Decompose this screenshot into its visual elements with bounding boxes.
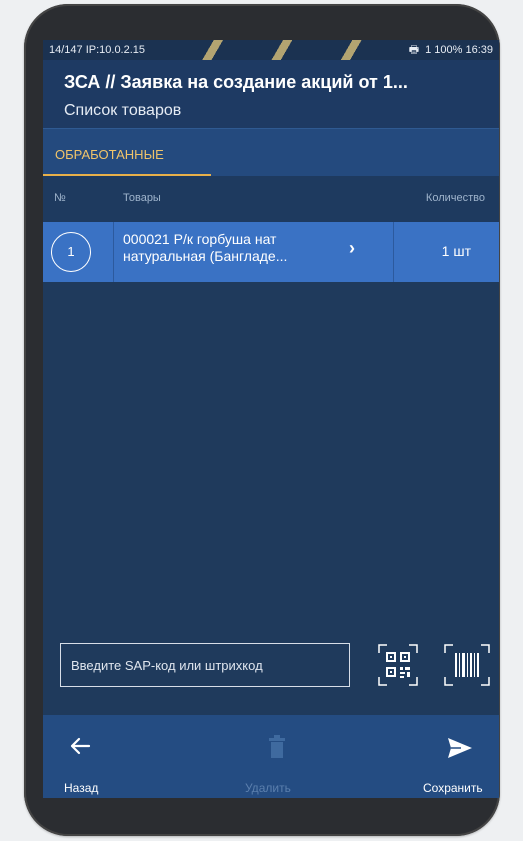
table-header: № Товары Количество bbox=[43, 176, 499, 222]
back-button[interactable]: Назад bbox=[43, 715, 133, 798]
status-bar-decoration bbox=[193, 40, 383, 60]
send-icon bbox=[448, 738, 472, 758]
column-header-number: № bbox=[54, 192, 66, 204]
status-bar-left: 14/147 IP:10.0.2.15 bbox=[49, 44, 146, 56]
status-bar-right: 🖶 1 100% 16:39 bbox=[409, 41, 493, 60]
trash-icon bbox=[269, 735, 285, 758]
back-button-label: Назад bbox=[64, 781, 99, 795]
row-quantity: 1 шт bbox=[441, 243, 471, 259]
row-product-name: 000021 Р/к горбуша нат натуральная (Банг… bbox=[123, 231, 331, 265]
chevron-right-icon[interactable]: › bbox=[349, 238, 355, 259]
search-input[interactable] bbox=[60, 643, 350, 687]
column-header-quantity: Количество bbox=[425, 192, 485, 204]
status-bar-right-text: 1 100% 16:39 bbox=[425, 44, 493, 56]
page-subtitle: Список товаров bbox=[64, 102, 182, 119]
save-button[interactable]: Сохранить bbox=[413, 715, 499, 798]
qr-scan-button[interactable] bbox=[377, 643, 419, 687]
barcode-scan-button[interactable] bbox=[443, 643, 491, 687]
back-arrow-icon bbox=[70, 737, 91, 755]
bottom-action-bar: Назад Удалить Сохранить bbox=[43, 715, 499, 798]
row-product-name-line1: 000021 Р/к горбуша нат bbox=[123, 231, 277, 247]
status-bar: 14/147 IP:10.0.2.15 🖶 1 100% 16:39 bbox=[43, 40, 499, 60]
app-screen: 14/147 IP:10.0.2.15 🖶 1 100% 16:39 ЗСА /… bbox=[43, 40, 499, 798]
row-number-badge: 1 bbox=[51, 232, 91, 272]
table-row[interactable]: 1 000021 Р/к горбуша нат натуральная (Ба… bbox=[43, 222, 499, 282]
app-header: ЗСА // Заявка на создание акций от 1... … bbox=[43, 60, 499, 128]
page-title: ЗСА // Заявка на создание акций от 1... bbox=[64, 72, 408, 92]
save-button-label: Сохранить bbox=[423, 781, 483, 795]
tab-processed-label: ОБРАБОТАННЫЕ bbox=[55, 147, 164, 162]
printer-icon: 🖶 bbox=[408, 43, 420, 56]
delete-button[interactable]: Удалить bbox=[233, 715, 323, 798]
delete-button-label: Удалить bbox=[245, 781, 291, 795]
qr-code-icon bbox=[378, 644, 418, 686]
row-product-name-line2: натуральная (Бангладе... bbox=[123, 248, 288, 264]
column-header-goods: Товары bbox=[123, 192, 161, 204]
row-divider bbox=[393, 222, 394, 282]
tab-processed[interactable]: ОБРАБОТАННЫЕ bbox=[43, 129, 211, 177]
row-divider bbox=[113, 222, 114, 282]
tab-bar: ОБРАБОТАННЫЕ bbox=[43, 128, 499, 177]
barcode-icon bbox=[444, 644, 490, 686]
